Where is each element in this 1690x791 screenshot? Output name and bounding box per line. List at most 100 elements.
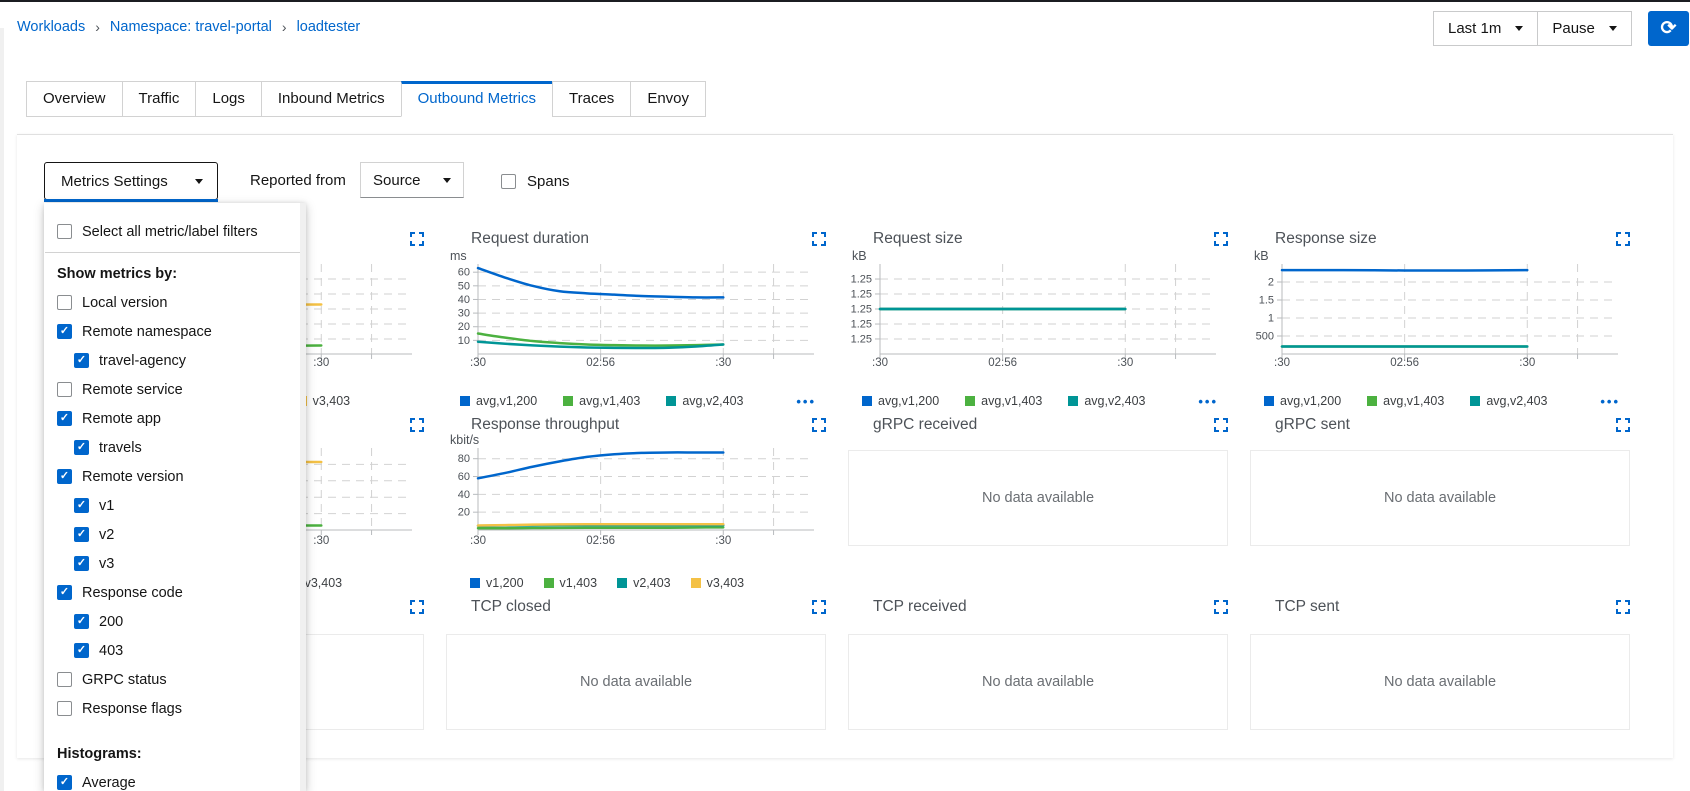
- tab-inbound-metrics[interactable]: Inbound Metrics: [261, 81, 402, 117]
- chart-card-grpc-sent: gRPC sentNo data available: [1250, 408, 1630, 590]
- expand-icon: [812, 418, 826, 432]
- spans-option: Spans: [501, 173, 570, 190]
- menu-item-remote-app[interactable]: Remote app: [44, 404, 306, 433]
- tab-overview[interactable]: Overview: [26, 81, 123, 117]
- tab-logs[interactable]: Logs: [195, 81, 262, 117]
- tab-outbound-metrics[interactable]: Outbound Metrics: [401, 81, 553, 117]
- refresh-button[interactable]: ⟳: [1648, 11, 1689, 46]
- svg-text::30: :30: [470, 535, 486, 547]
- legend-item[interactable]: avg,v1,403: [563, 394, 640, 408]
- checkbox[interactable]: [57, 324, 72, 339]
- legend-item[interactable]: v1,200: [470, 576, 524, 590]
- chart-options-kebab-icon[interactable]: •••: [1600, 395, 1620, 408]
- menu-item-local-version[interactable]: Local version: [44, 288, 306, 317]
- breadcrumb-separator: ›: [95, 19, 100, 35]
- chart-card-request-duration: Request durationms102030405060:3002:56:3…: [446, 222, 826, 400]
- menu-item-remote-service[interactable]: Remote service: [44, 375, 306, 404]
- chart-options-kebab-icon[interactable]: •••: [796, 395, 816, 408]
- expand-chart-button[interactable]: [410, 232, 424, 246]
- menu-item-travels[interactable]: travels: [44, 433, 306, 462]
- tab-traces[interactable]: Traces: [552, 81, 631, 117]
- spans-label: Spans: [527, 173, 570, 190]
- expand-icon: [1214, 232, 1228, 246]
- menu-item-label: 403: [99, 643, 123, 659]
- pause-dropdown[interactable]: Pause: [1537, 11, 1632, 46]
- expand-chart-button[interactable]: [410, 418, 424, 432]
- checkbox[interactable]: [57, 411, 72, 426]
- duration-dropdown[interactable]: Last 1m: [1433, 11, 1538, 46]
- menu-item-403[interactable]: 403: [44, 636, 306, 665]
- expand-chart-button[interactable]: [812, 600, 826, 614]
- tab-envoy[interactable]: Envoy: [630, 81, 706, 117]
- breadcrumb-link[interactable]: loadtester: [297, 19, 361, 35]
- checkbox[interactable]: [57, 585, 72, 600]
- metrics-settings-dropdown[interactable]: Metrics Settings: [44, 162, 218, 200]
- expand-chart-button[interactable]: [1616, 600, 1630, 614]
- spans-checkbox[interactable]: [501, 174, 516, 189]
- expand-chart-button[interactable]: [812, 232, 826, 246]
- expand-chart-button[interactable]: [1616, 418, 1630, 432]
- legend-item[interactable]: avg,v1,200: [1264, 394, 1341, 408]
- reported-from-select[interactable]: Source: [360, 162, 464, 198]
- checkbox[interactable]: [57, 295, 72, 310]
- legend-label: avg,v1,200: [878, 394, 939, 408]
- chart-options-kebab-icon[interactable]: •••: [1198, 395, 1218, 408]
- legend-item[interactable]: avg,v2,403: [1470, 394, 1547, 408]
- checkbox[interactable]: [74, 440, 89, 455]
- legend-item[interactable]: avg,v2,403: [1068, 394, 1145, 408]
- menu-item-label: Local version: [82, 295, 167, 311]
- expand-chart-button[interactable]: [1214, 232, 1228, 246]
- breadcrumb-link[interactable]: Workloads: [17, 19, 85, 35]
- tab-traffic[interactable]: Traffic: [122, 81, 197, 117]
- menu-item-v3[interactable]: v3: [44, 549, 306, 578]
- checkbox[interactable]: [74, 556, 89, 571]
- legend-item[interactable]: v3,403: [691, 576, 745, 590]
- checkbox[interactable]: [57, 701, 72, 716]
- svg-text:50: 50: [458, 280, 470, 292]
- legend-item[interactable]: v1,403: [544, 576, 598, 590]
- menu-item-label: v3: [99, 556, 114, 572]
- chart-title: TCP closed: [471, 598, 551, 616]
- checkbox[interactable]: [57, 775, 72, 790]
- svg-text:kB: kB: [852, 249, 867, 263]
- menu-item-v1[interactable]: v1: [44, 491, 306, 520]
- checkbox[interactable]: [74, 498, 89, 513]
- expand-icon: [410, 418, 424, 432]
- legend-item[interactable]: v2,403: [617, 576, 671, 590]
- expand-chart-button[interactable]: [1214, 600, 1228, 614]
- menu-item-average[interactable]: Average: [44, 768, 306, 791]
- menu-item-v2[interactable]: v2: [44, 520, 306, 549]
- menu-item-grpc-status[interactable]: GRPC status: [44, 665, 306, 694]
- expand-chart-button[interactable]: [410, 600, 424, 614]
- menu-scrollbar-track[interactable]: [300, 203, 306, 791]
- menu-item-200[interactable]: 200: [44, 607, 306, 636]
- menu-item-select-all-metric-label-filters[interactable]: Select all metric/label filters: [44, 217, 306, 246]
- svg-text:60: 60: [458, 267, 470, 279]
- menu-item-travel-agency[interactable]: travel-agency: [44, 346, 306, 375]
- expand-chart-button[interactable]: [1214, 418, 1228, 432]
- legend-item[interactable]: avg,v1,200: [460, 394, 537, 408]
- checkbox[interactable]: [74, 643, 89, 658]
- svg-text::30: :30: [1519, 357, 1535, 369]
- checkbox[interactable]: [57, 224, 72, 239]
- checkbox[interactable]: [57, 382, 72, 397]
- chart-plot-request-duration: ms102030405060:3002:56:30: [446, 248, 826, 388]
- legend-item[interactable]: avg,v1,200: [862, 394, 939, 408]
- expand-chart-button[interactable]: [1616, 232, 1630, 246]
- menu-item-response-flags[interactable]: Response flags: [44, 694, 306, 723]
- chart-legend: avg,v1,200 avg,v1,403 avg,v2,403 •••: [1250, 393, 1630, 409]
- checkbox[interactable]: [74, 353, 89, 368]
- checkbox[interactable]: [57, 469, 72, 484]
- menu-item-remote-namespace[interactable]: Remote namespace: [44, 317, 306, 346]
- menu-item-response-code[interactable]: Response code: [44, 578, 306, 607]
- expand-chart-button[interactable]: [812, 418, 826, 432]
- checkbox[interactable]: [57, 672, 72, 687]
- breadcrumb-link[interactable]: Namespace: travel-portal: [110, 19, 272, 35]
- checkbox[interactable]: [74, 527, 89, 542]
- checkbox[interactable]: [74, 614, 89, 629]
- legend-item[interactable]: avg,v1,403: [965, 394, 1042, 408]
- legend-item[interactable]: avg,v1,403: [1367, 394, 1444, 408]
- legend-item[interactable]: avg,v2,403: [666, 394, 743, 408]
- metrics-settings-menu: Select all metric/label filtersShow metr…: [44, 203, 306, 791]
- menu-item-remote-version[interactable]: Remote version: [44, 462, 306, 491]
